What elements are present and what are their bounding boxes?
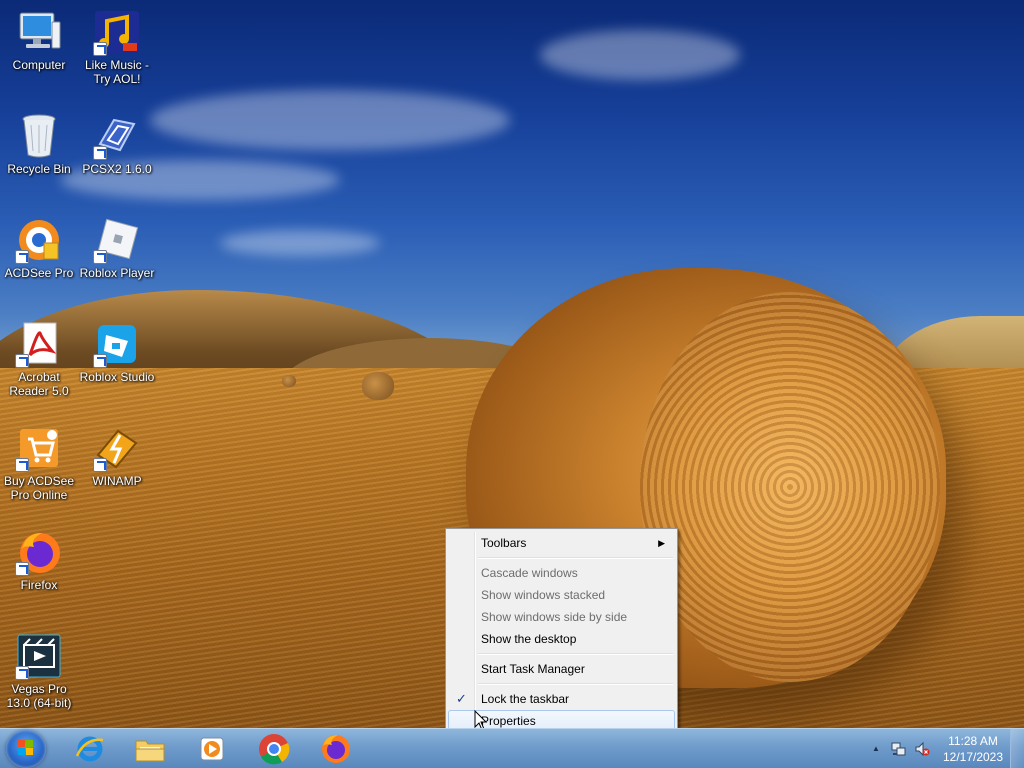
windows-logo-icon — [18, 740, 34, 756]
shortcut-arrow-icon — [93, 146, 107, 160]
roblox-player-icon — [93, 216, 141, 264]
menu-item-label: Properties — [481, 714, 536, 728]
internet-explorer-icon — [75, 736, 104, 762]
folder-icon — [135, 740, 165, 762]
desktop-icon-label: Computer — [12, 58, 66, 72]
wallpaper-cloud — [540, 30, 740, 80]
desktop-icon-label: Like Music - Try AOL! — [84, 58, 149, 86]
desktop-icon-label: WINAMP — [92, 474, 142, 488]
acrobat-icon — [15, 320, 63, 368]
acdsee-cart-icon — [15, 424, 63, 472]
desktop-icon-acdsee-pro[interactable]: ACDSee Pro — [0, 216, 78, 280]
acdsee-icon — [15, 216, 63, 264]
shortcut-arrow-icon — [93, 42, 107, 56]
music-icon — [93, 8, 141, 56]
desktop-icon-buy-acdsee[interactable]: Buy ACDSee Pro Online — [0, 424, 78, 502]
desktop-icon-firefox[interactable]: Firefox — [0, 528, 78, 592]
show-desktop-button[interactable] — [1010, 729, 1024, 768]
desktop-icon-label: Roblox Player — [79, 266, 155, 280]
checkmark-icon: ✓ — [456, 691, 467, 706]
submenu-arrow-icon: ▶ — [658, 538, 665, 548]
shortcut-arrow-icon — [93, 354, 107, 368]
firefox-icon — [322, 735, 350, 763]
wallpaper-hay-bale-face — [640, 292, 940, 682]
wallpaper-cloud — [220, 230, 380, 256]
menu-item-label: Show windows side by side — [481, 610, 628, 624]
desktop-icon-label: Buy ACDSee Pro Online — [3, 474, 75, 502]
menu-separator — [478, 650, 675, 658]
system-clock[interactable]: 11:28 AM 12/17/2023 — [936, 733, 1010, 765]
taskbar-chrome[interactable] — [246, 731, 302, 767]
menu-separator — [478, 680, 675, 688]
show-hidden-icons-button[interactable]: ▲ — [868, 741, 884, 757]
taskbar-context-menu: Toolbars ▶ Cascade windows Show windows … — [445, 528, 678, 734]
taskbar-internet-explorer[interactable] — [62, 731, 118, 767]
tray-volume-muted-icon[interactable] — [914, 741, 930, 757]
menu-item-label: Cascade windows — [481, 566, 578, 580]
menu-item-label: Lock the taskbar — [481, 692, 570, 706]
taskbar[interactable]: ▲ 11:28 AM 12/17/2023 — [0, 728, 1024, 768]
menu-separator — [478, 554, 675, 562]
desktop-icon-acrobat-reader[interactable]: Acrobat Reader 5.0 — [0, 320, 78, 398]
desktop-icon-label: Acrobat Reader 5.0 — [9, 370, 69, 398]
menu-item-lock-taskbar[interactable]: ✓ Lock the taskbar — [448, 688, 675, 710]
tray-network-icon[interactable] — [890, 741, 906, 757]
desktop-icon-label: Roblox Studio — [79, 370, 155, 384]
taskbar-media-player[interactable] — [184, 731, 240, 767]
desktop-icon-roblox-studio[interactable]: Roblox Studio — [78, 320, 156, 384]
roblox-studio-icon — [93, 320, 141, 368]
menu-item-show-desktop[interactable]: Show the desktop — [448, 628, 675, 650]
media-player-icon — [200, 737, 224, 761]
taskbar-windows-explorer[interactable] — [122, 731, 178, 767]
firefox-icon — [15, 528, 63, 576]
recycle-bin-icon — [15, 112, 63, 160]
desktop-icon-like-music[interactable]: Like Music - Try AOL! — [78, 8, 156, 86]
computer-icon — [15, 8, 63, 56]
desktop-icon-computer[interactable]: Computer — [0, 8, 78, 72]
desktop-icon-roblox-player[interactable]: Roblox Player — [78, 216, 156, 280]
pcsx2-icon — [93, 112, 141, 160]
desktop-icon-label: Recycle Bin — [7, 162, 71, 176]
desktop-icon-pcsx2[interactable]: PCSX2 1.6.0 — [78, 112, 156, 176]
winamp-icon — [93, 424, 141, 472]
chrome-icon — [259, 734, 290, 765]
taskbar-firefox[interactable] — [308, 731, 364, 767]
desktop-icon-label: Vegas Pro 13.0 (64-bit) — [6, 682, 72, 710]
clock-date: 12/17/2023 — [942, 750, 1004, 764]
menu-item-cascade-windows: Cascade windows — [448, 562, 675, 584]
desktop-icon-winamp[interactable]: WINAMP — [78, 424, 156, 488]
menu-item-label: Show windows stacked — [481, 588, 606, 602]
menu-item-label: Show the desktop — [481, 632, 577, 646]
menu-item-label: Toolbars — [481, 536, 527, 550]
desktop-icon-vegas-pro[interactable]: Vegas Pro 13.0 (64-bit) — [0, 632, 78, 710]
shortcut-arrow-icon — [15, 354, 29, 368]
vegas-icon — [15, 632, 63, 680]
shortcut-arrow-icon — [15, 250, 29, 264]
desktop-icon-label: ACDSee Pro — [4, 266, 74, 280]
menu-item-toolbars[interactable]: Toolbars ▶ — [448, 532, 675, 554]
shortcut-arrow-icon — [15, 666, 29, 680]
wallpaper-small-bale — [362, 372, 394, 400]
clock-time: 11:28 AM — [948, 734, 998, 748]
desktop-icon-recycle-bin[interactable]: Recycle Bin — [0, 112, 78, 176]
menu-item-show-windows-stacked: Show windows stacked — [448, 584, 675, 606]
wallpaper-small-bale — [282, 375, 296, 387]
menu-item-show-windows-side-by-side: Show windows side by side — [448, 606, 675, 628]
shortcut-arrow-icon — [15, 458, 29, 472]
menu-item-label: Start Task Manager — [481, 662, 585, 676]
desktop-icon-label: PCSX2 1.6.0 — [82, 162, 152, 176]
wallpaper-cloud — [150, 90, 510, 150]
shortcut-arrow-icon — [93, 250, 107, 264]
shortcut-arrow-icon — [15, 562, 29, 576]
shortcut-arrow-icon — [93, 458, 107, 472]
start-button[interactable] — [6, 730, 46, 768]
desktop-icon-label: Firefox — [20, 578, 58, 592]
menu-item-start-task-manager[interactable]: Start Task Manager — [448, 658, 675, 680]
